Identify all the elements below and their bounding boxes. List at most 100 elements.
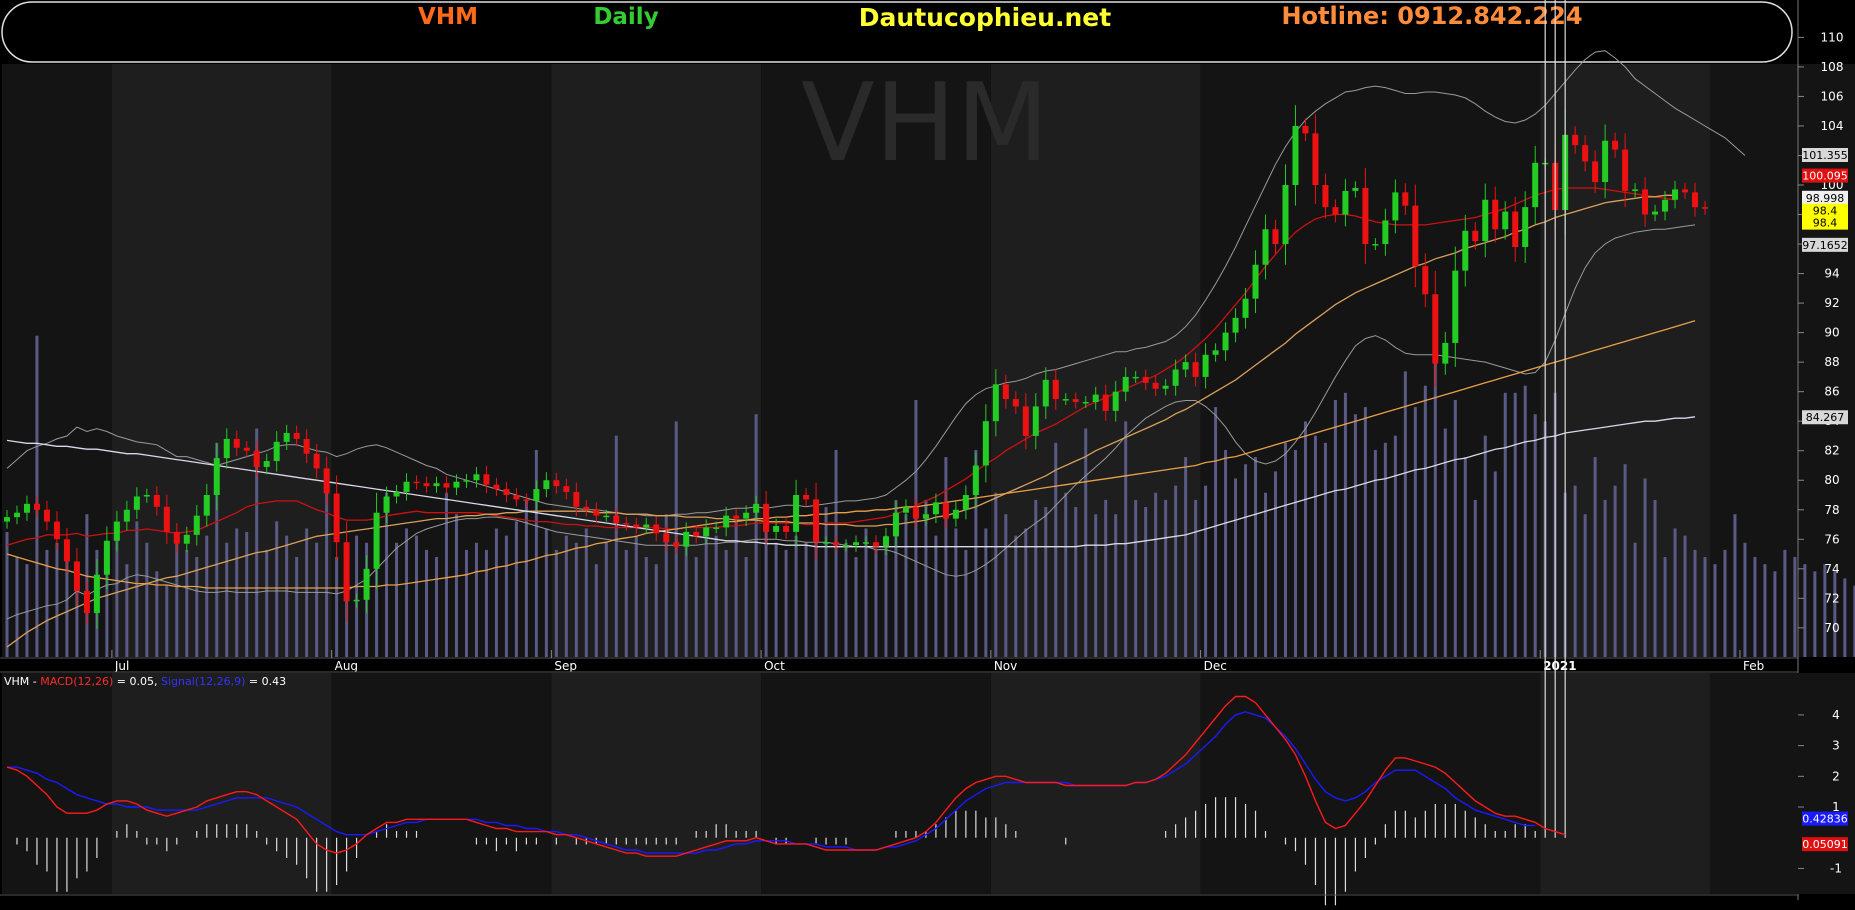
- month-band: [1540, 64, 1740, 657]
- y-tick-label: 72: [1824, 591, 1839, 605]
- macd-legend-text: VHM - MACD(12,26) = 0.05, Signal(12,26,9…: [4, 675, 286, 688]
- price-tag-label: 84.267: [1806, 411, 1845, 424]
- x-tick-label: Oct: [764, 659, 785, 673]
- volume-bar: [504, 535, 508, 657]
- candle-body: [583, 506, 590, 510]
- volume-bar: [1174, 485, 1178, 657]
- candle-body: [862, 542, 869, 544]
- candle-body: [912, 506, 919, 519]
- candle-body: [133, 496, 140, 510]
- candle-body: [1192, 362, 1199, 377]
- volume-bar: [854, 557, 858, 657]
- candle-body: [1622, 149, 1629, 191]
- candle-body: [733, 515, 740, 519]
- candle-body: [413, 481, 420, 484]
- site-label: Dautucophieu.net: [859, 3, 1111, 32]
- volume-bar: [55, 542, 59, 657]
- x-tick-label: Jul: [114, 659, 129, 673]
- candle-body: [1262, 229, 1269, 265]
- volume-bar: [834, 449, 838, 657]
- x-tick-label: Feb: [1743, 659, 1764, 673]
- candle-body: [922, 514, 929, 519]
- volume-bar: [434, 557, 438, 657]
- symbol-label: VHM: [418, 4, 478, 30]
- candle-body: [633, 524, 640, 528]
- volume-bar: [1693, 549, 1697, 657]
- candle-body: [1292, 125, 1299, 185]
- volume-bar: [564, 535, 568, 657]
- volume-bar: [1124, 421, 1128, 657]
- candle-body: [613, 515, 620, 524]
- volume-bar: [964, 549, 968, 657]
- candle-body: [333, 493, 340, 543]
- candle-body: [1142, 376, 1149, 383]
- candle-body: [433, 483, 440, 487]
- candle-body: [1482, 199, 1489, 242]
- candle-body: [1682, 189, 1689, 193]
- candle-body: [1382, 220, 1389, 245]
- candle-body: [1062, 399, 1069, 401]
- volume-bar: [155, 571, 159, 657]
- volume-bar: [444, 492, 448, 657]
- volume-bar: [1793, 557, 1797, 657]
- candle-body: [1122, 376, 1129, 392]
- candle-body: [1582, 145, 1589, 162]
- candle-body: [1132, 376, 1139, 379]
- candle-body: [113, 521, 120, 541]
- candle-body: [1662, 199, 1669, 212]
- month-band: [1200, 64, 1541, 657]
- candle-body: [1442, 342, 1449, 364]
- volume-bar: [1773, 571, 1777, 657]
- candle-body: [4, 517, 10, 522]
- volume-bar: [1283, 442, 1287, 657]
- volume-bar: [1783, 549, 1787, 657]
- y-tick-label: 108: [1821, 60, 1844, 74]
- volume-bar: [1264, 492, 1268, 657]
- price-tag-label: 101.355: [1802, 149, 1848, 162]
- candle-body: [253, 450, 260, 467]
- candle-body: [593, 509, 600, 516]
- candle-body: [323, 468, 330, 494]
- candle-body: [1612, 140, 1619, 150]
- volume-bar: [1453, 399, 1457, 657]
- candle-body: [233, 438, 240, 448]
- volume-bar: [1503, 392, 1507, 657]
- volume-bar: [265, 549, 269, 657]
- candle-body: [1202, 354, 1209, 377]
- candle-body: [763, 503, 770, 532]
- volume-bar: [454, 514, 458, 657]
- volume-bar: [1533, 414, 1537, 657]
- volume-bar: [494, 528, 498, 657]
- macd-legend: VHM - MACD(12,26) = 0.05, Signal(12,26,9…: [4, 675, 286, 688]
- macd-legend-part: MACD(12,26): [40, 675, 113, 688]
- volume-bar: [714, 535, 718, 657]
- candle-body: [1032, 406, 1039, 436]
- candle-body: [93, 574, 100, 614]
- volume-bar: [285, 535, 289, 657]
- candle-body: [623, 523, 630, 525]
- candle-body: [43, 509, 50, 522]
- price-tag-label: 98.4: [1813, 217, 1838, 230]
- volume-bar: [1653, 499, 1657, 657]
- candle-body: [543, 480, 550, 490]
- volume-bar: [644, 557, 648, 657]
- candle-body: [1052, 379, 1059, 400]
- candle-body: [1012, 399, 1019, 407]
- y-tick-label: 104: [1821, 119, 1844, 133]
- candle-body: [1392, 192, 1399, 221]
- candle-body: [53, 521, 60, 540]
- candle-body: [73, 561, 80, 591]
- volume-bar: [1353, 414, 1357, 657]
- candle-body: [63, 539, 70, 562]
- candle-body: [183, 534, 190, 544]
- candle-body: [1452, 270, 1459, 343]
- candle-body: [1492, 199, 1499, 230]
- volume-bar: [1293, 449, 1297, 657]
- candle-body: [403, 481, 410, 493]
- candle-body: [1432, 294, 1439, 364]
- volume-bar: [1114, 514, 1118, 657]
- candle-body: [13, 512, 20, 518]
- candle-body: [1352, 187, 1359, 191]
- volume-bar: [245, 532, 249, 657]
- candle-body: [313, 453, 320, 469]
